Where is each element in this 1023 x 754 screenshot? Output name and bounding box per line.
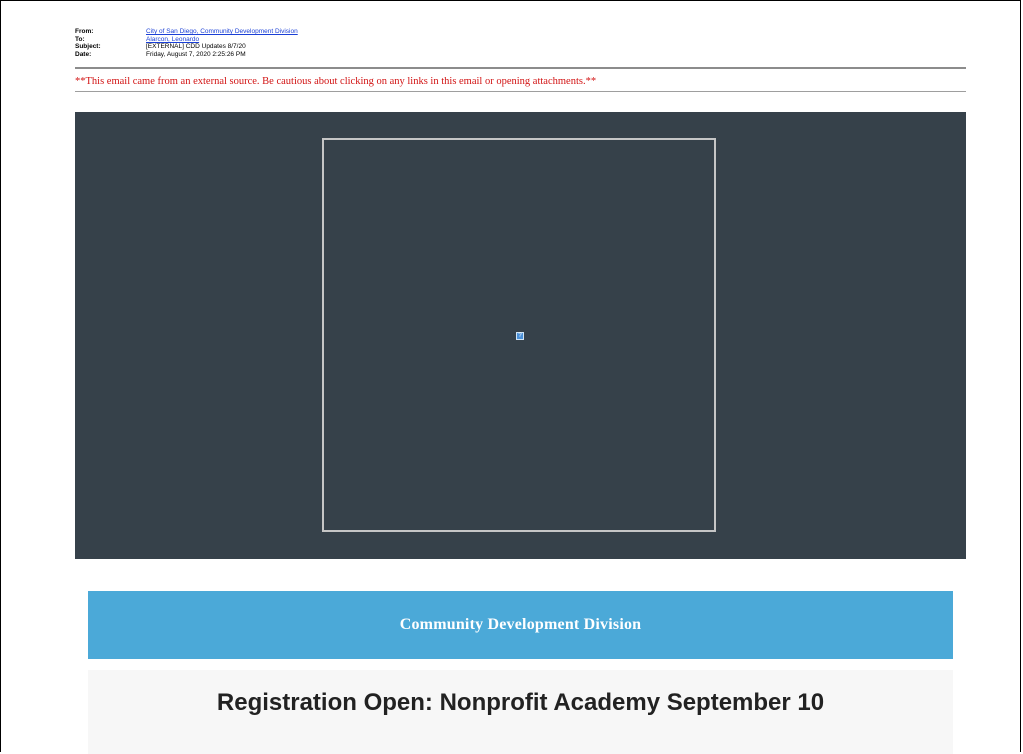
division-title: Community Development Division xyxy=(399,616,642,633)
from-label: From: xyxy=(75,28,94,35)
subject-label: Subject: xyxy=(75,43,101,50)
subject-value: [EXTERNAL] CDD Updates 8/7/20 xyxy=(146,43,246,50)
headline: Registration Open: Nonprofit Academy Sep… xyxy=(216,689,825,716)
date-value: Friday, August 7, 2020 2:25:26 PM xyxy=(146,50,246,58)
subject-row: Subject: [EXTERNAL] CDD Updates 8/7/20 xyxy=(75,43,298,51)
to-link[interactable]: Alarcon, Leonardo xyxy=(146,36,199,44)
hero-banner: ? xyxy=(75,112,966,559)
header-divider xyxy=(75,67,966,69)
to-row: To: Alarcon, Leonardo xyxy=(75,36,298,44)
date-row: Date: Friday, August 7, 2020 2:25:26 PM xyxy=(75,51,298,59)
headline-box: Registration Open: Nonprofit Academy Sep… xyxy=(88,670,953,754)
from-link[interactable]: City of San Diego, Community Development… xyxy=(146,28,298,36)
date-label: Date: xyxy=(75,50,92,58)
division-bar: Community Development Division xyxy=(88,591,953,659)
from-row: From: City of San Diego, Community Devel… xyxy=(75,28,298,36)
email-header: From: City of San Diego, Community Devel… xyxy=(75,28,298,58)
warning-divider xyxy=(75,91,966,92)
to-label: To: xyxy=(75,35,85,43)
broken-image-icon: ? xyxy=(516,332,524,340)
image-placeholder-frame[interactable]: ? xyxy=(322,138,716,532)
external-warning: **This email came from an external sourc… xyxy=(75,76,597,87)
